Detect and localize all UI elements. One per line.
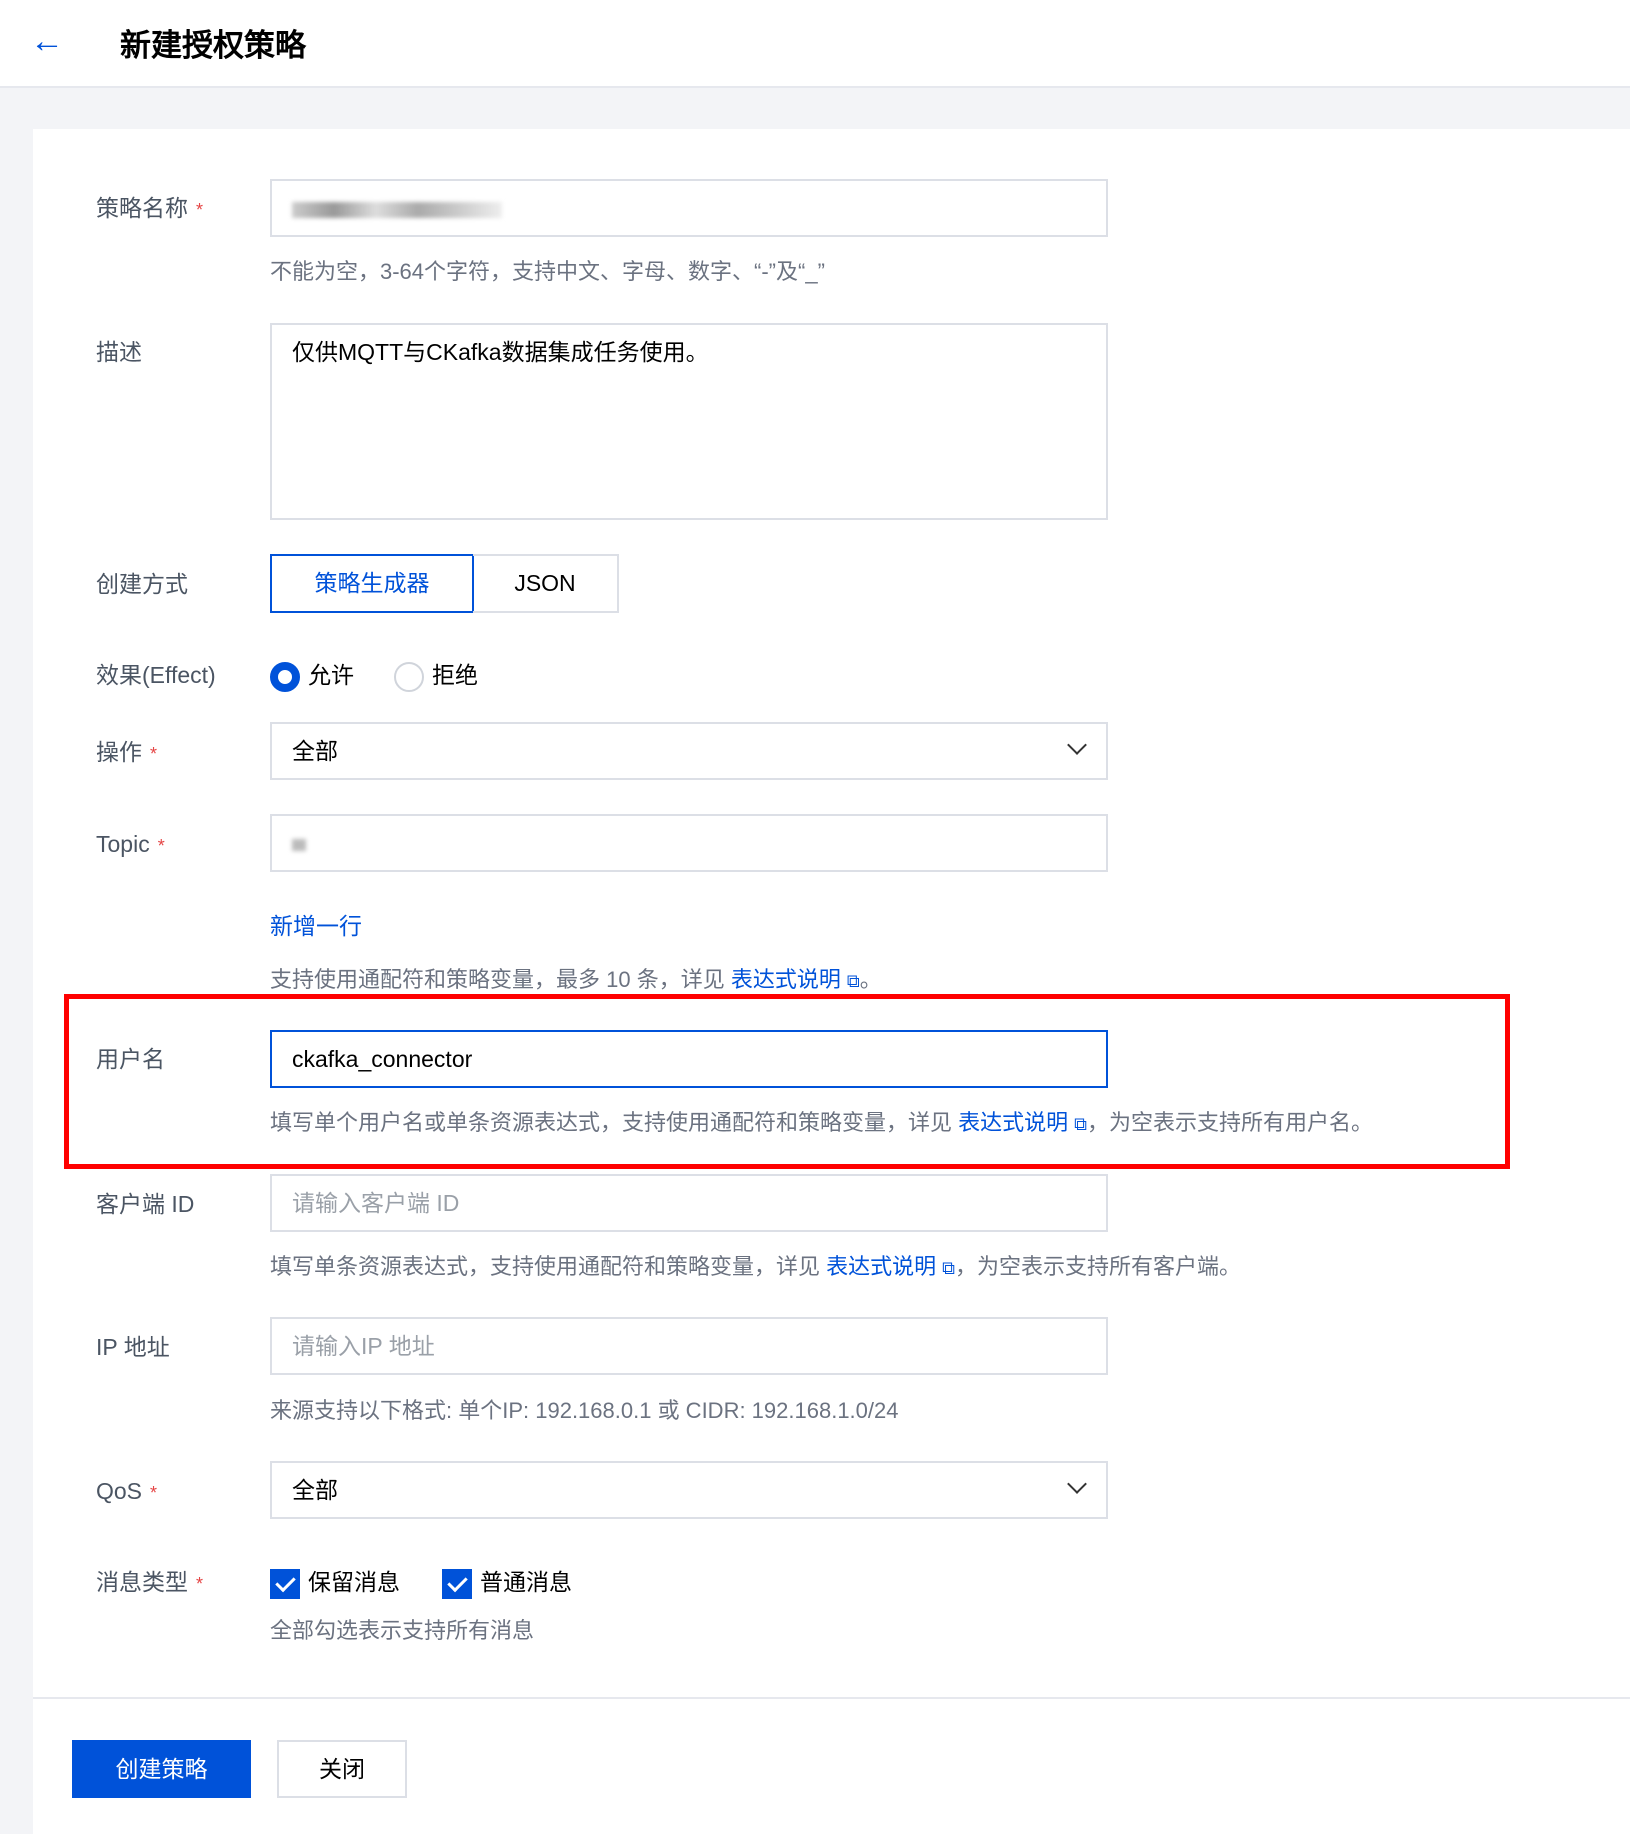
radio-deny[interactable]: 拒绝 [394, 660, 478, 692]
action-label: 操作 * [96, 739, 158, 765]
checkbox-normal[interactable]: 普通消息 [442, 1567, 572, 1599]
qos-label: QoS * [96, 1478, 158, 1504]
external-link-icon: ⧉ [1074, 1114, 1087, 1134]
description-textarea[interactable]: 仅供MQTT与CKafka数据集成任务使用。 [270, 323, 1108, 520]
chevron-down-icon [1067, 1474, 1087, 1494]
username-input[interactable]: ckafka_connector [270, 1030, 1108, 1088]
checkbox-retained[interactable]: 保留消息 [270, 1567, 400, 1599]
ip-hint: 来源支持以下格式: 单个IP: 192.168.0.1 或 CIDR: 192.… [270, 1398, 899, 1423]
page-header: ← 新建授权策略 [0, 0, 1630, 88]
external-link-icon: ⧉ [942, 1258, 955, 1278]
topic-input[interactable] [270, 814, 1108, 872]
ip-label: IP 地址 [96, 1334, 170, 1360]
description-label: 描述 [96, 339, 142, 365]
action-select[interactable]: 全部 [270, 722, 1108, 780]
username-label: 用户名 [96, 1046, 165, 1072]
close-button[interactable]: 关闭 [277, 1740, 407, 1798]
topic-hint: 支持使用通配符和策略变量，最多 10 条，详见 表达式说明 ⧉。 [270, 967, 882, 992]
method-label: 创建方式 [96, 571, 188, 597]
client-id-input[interactable]: 请输入客户端 ID [270, 1174, 1108, 1232]
effect-label: 效果(Effect) [96, 662, 216, 688]
checkbox-checked-icon [442, 1568, 472, 1599]
ip-input[interactable]: 请输入IP 地址 [270, 1317, 1108, 1375]
tab-policy-generator[interactable]: 策略生成器 [270, 554, 474, 613]
form-footer [33, 1697, 1630, 1834]
create-policy-button[interactable]: 创建策略 [72, 1740, 251, 1798]
expression-doc-link[interactable]: 表达式说明 ⧉ [958, 1110, 1087, 1135]
radio-allow[interactable]: 允许 [270, 660, 354, 692]
expression-doc-link[interactable]: 表达式说明 ⧉ [826, 1254, 955, 1279]
redacted-value [292, 201, 502, 218]
arrow-left-icon[interactable]: ← [30, 22, 64, 61]
name-label: 策略名称 * [96, 195, 204, 221]
radio-checked-icon [270, 661, 300, 692]
topic-label: Topic * [96, 831, 165, 857]
message-type-label: 消息类型 * [96, 1569, 204, 1595]
add-row-link[interactable]: 新增一行 [270, 911, 362, 941]
page-title: 新建授权策略 [120, 28, 306, 63]
external-link-icon: ⧉ [846, 971, 860, 991]
client-id-label: 客户端 ID [96, 1191, 195, 1217]
expression-doc-link[interactable]: 表达式说明 ⧉ [731, 967, 860, 992]
policy-name-input[interactable] [270, 179, 1108, 237]
checkbox-checked-icon [270, 1568, 300, 1599]
radio-unchecked-icon [394, 661, 424, 692]
chevron-down-icon [1067, 735, 1087, 755]
message-type-hint: 全部勾选表示支持所有消息 [270, 1618, 535, 1643]
name-hint: 不能为空，3-64个字符，支持中文、字母、数字、“-”及“_” [270, 259, 825, 284]
tab-json[interactable]: JSON [473, 554, 619, 613]
client-id-hint: 填写单条资源表达式，支持使用通配符和策略变量，详见 表达式说明 ⧉，为空表示支持所… [270, 1254, 1242, 1279]
qos-select[interactable]: 全部 [270, 1461, 1108, 1519]
username-hint: 填写单个用户名或单条资源表达式，支持使用通配符和策略变量，详见 表达式说明 ⧉，为… [270, 1110, 1374, 1135]
redacted-value [292, 838, 306, 851]
